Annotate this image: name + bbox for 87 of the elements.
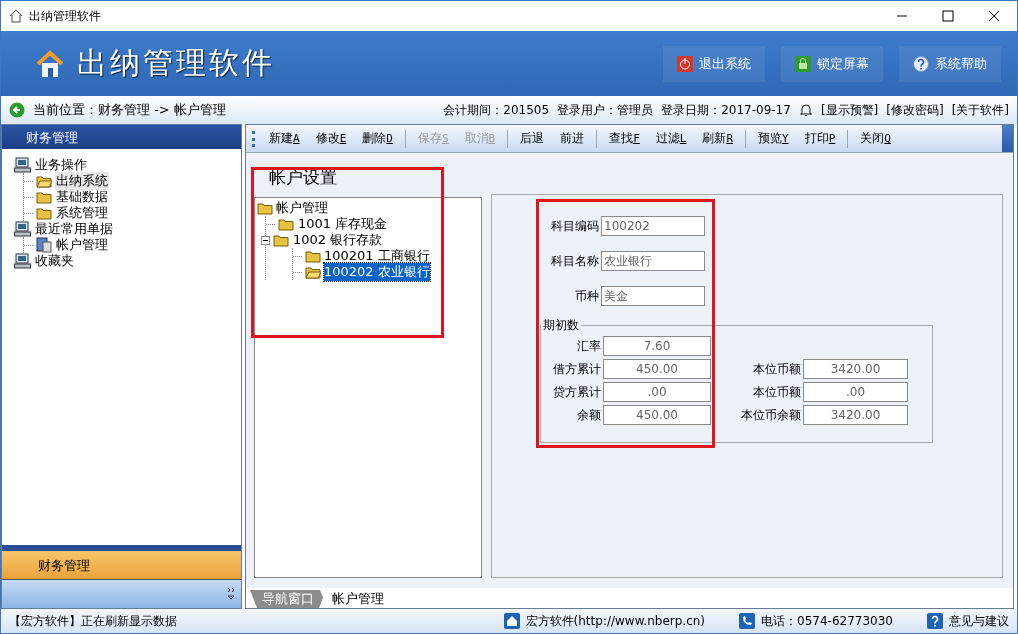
session-info: 会计期间：201505 — [443, 101, 550, 119]
field-label: 借方累计 — [552, 360, 602, 378]
toolbar-button[interactable]: 删除D — [354, 130, 401, 147]
toolbar-button[interactable]: 刷新R — [694, 130, 741, 147]
header-link[interactable]: [修改密码] — [886, 101, 944, 119]
window-title: 出纳管理软件 — [29, 7, 102, 25]
nav-tree-item[interactable]: 最近常用单据 — [14, 221, 241, 237]
house-logo-icon — [35, 48, 65, 79]
home-icon — [503, 613, 520, 629]
collapse-icon[interactable] — [261, 235, 270, 245]
open-folder-icon — [305, 265, 321, 279]
field-label: 本位币额 — [752, 383, 802, 401]
computer-icon — [14, 157, 32, 173]
field-label: 科目名称 — [550, 252, 600, 270]
folder-icon — [273, 233, 289, 247]
status-text[interactable]: 意见与建议 — [949, 612, 1009, 630]
field-label: 科目编码 — [550, 217, 600, 235]
toolbar-button[interactable]: 打印P — [796, 130, 844, 147]
input-field[interactable]: 100202 — [601, 216, 705, 236]
session-info: 登录用户：管理员 — [557, 101, 654, 119]
folder-icon — [257, 201, 273, 215]
banner-button[interactable]: 系统帮助 — [899, 45, 1001, 82]
nav-tree-item[interactable]: 出纳系统 — [55, 172, 109, 190]
nav-tree-item[interactable]: 帐户管理 — [55, 236, 109, 254]
toolbar-button[interactable]: 新建A — [261, 130, 308, 147]
sidebar-header: 财务管理 — [2, 125, 241, 149]
nav-tree-item[interactable]: 业务操作 — [14, 157, 241, 173]
header-link[interactable]: [关于软件] — [951, 101, 1009, 119]
help-icon — [927, 613, 943, 629]
lock-icon — [795, 55, 811, 72]
input-field[interactable]: .00 — [803, 382, 908, 402]
toolbar-button[interactable]: 查找F — [601, 130, 648, 147]
input-field[interactable]: 农业银行 — [601, 251, 705, 271]
nav-tree-item[interactable]: 收藏夹 — [14, 253, 241, 269]
computer-icon — [14, 221, 32, 237]
phone-icon — [739, 613, 756, 629]
computer-icon — [14, 253, 32, 269]
input-field[interactable]: 450.00 — [603, 405, 711, 425]
status-message: 【宏方软件】正在刷新显示数据 — [9, 612, 178, 630]
input-field[interactable]: 3420.00 — [803, 359, 908, 379]
tree-node[interactable]: 帐户管理 — [276, 199, 328, 217]
toolbar-button[interactable]: 过滤L — [647, 130, 695, 147]
sidebar-section-button[interactable]: 财务管理 — [2, 551, 241, 580]
close-icon[interactable] — [988, 10, 1000, 22]
home-icon — [9, 9, 23, 23]
folder-icon — [36, 206, 52, 220]
banner-button[interactable]: 锁定屏幕 — [781, 45, 883, 82]
input-field[interactable]: .00 — [603, 382, 711, 402]
maximize-icon[interactable] — [942, 10, 954, 22]
bell-icon — [798, 103, 813, 117]
tree-node[interactable]: 1002 银行存款 — [292, 231, 384, 249]
toolbar-button[interactable]: 修改E — [307, 130, 355, 147]
toolbar-button[interactable]: 预览Y — [750, 130, 797, 147]
input-field[interactable]: 美金 — [601, 286, 705, 306]
session-info: 登录日期：2017-09-17 — [661, 101, 791, 119]
folder-icon — [36, 190, 52, 204]
header-link[interactable]: [显示预警] — [820, 101, 879, 119]
input-field[interactable]: 7.60 — [603, 336, 711, 356]
tree-node[interactable]: 1001 库存现金 — [297, 215, 389, 233]
open-folder-icon — [36, 174, 52, 188]
field-label: 币种 — [574, 287, 600, 305]
tree-node[interactable]: 100202 农业银行 — [324, 263, 430, 281]
nav-tree-item[interactable]: 基础数据 — [55, 188, 109, 206]
folder-icon — [278, 217, 294, 231]
tree-node[interactable]: 100201 工商银行 — [324, 247, 430, 265]
toolbar-button[interactable]: 关闭Q — [852, 130, 899, 147]
toolbar-button[interactable]: 后退 — [512, 130, 553, 147]
power-icon — [677, 55, 693, 72]
input-field[interactable]: 450.00 — [603, 359, 711, 379]
document-icon — [36, 237, 52, 253]
app-title: 出纳管理软件 — [77, 44, 276, 82]
folder-icon — [305, 249, 321, 263]
chevron-icon[interactable] — [227, 587, 235, 601]
field-label: 余额 — [576, 406, 602, 424]
status-text[interactable]: 宏方软件(http://www.nberp.cn) — [525, 612, 706, 630]
field-label: 汇率 — [576, 337, 602, 355]
breadcrumb: 当前位置：财务管理 -> 帐户管理 — [33, 101, 227, 119]
status-text[interactable]: 电话：0574-62773030 — [761, 612, 893, 630]
field-label: 本位币余额 — [740, 406, 802, 424]
nav-tree-item[interactable]: 系统管理 — [55, 204, 109, 222]
field-label: 贷方累计 — [552, 383, 602, 401]
help-icon — [913, 55, 929, 72]
toolbar-button[interactable]: 前进 — [552, 130, 593, 147]
banner-button[interactable]: 退出系统 — [663, 45, 765, 82]
input-field[interactable]: 3420.00 — [803, 405, 908, 425]
field-label: 本位币额 — [752, 360, 802, 378]
group-title: 期初数 — [542, 317, 580, 334]
